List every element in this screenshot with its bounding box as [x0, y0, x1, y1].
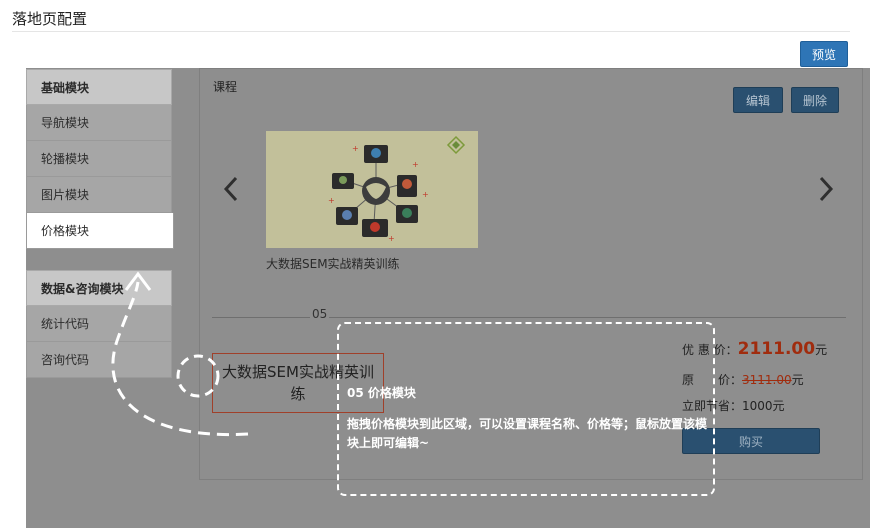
hint-body: 拖拽价格模块到此区域，可以设置课程名称、价格等；鼠标放置该模块上即可编辑~: [347, 417, 708, 450]
sidebar-item-carousel-module[interactable]: 轮播模块: [26, 141, 172, 177]
sidebar-item-nav-module[interactable]: 导航模块: [26, 105, 172, 141]
chevron-left-icon[interactable]: [222, 175, 240, 211]
sidebar-group-title: 基础模块: [26, 69, 172, 105]
preview-button[interactable]: 预览: [800, 41, 848, 67]
sidebar-item-consult-code[interactable]: 咨询代码: [26, 342, 172, 378]
course-caption: 大数据SEM实战精英训练: [266, 257, 400, 271]
saving-value: 1000元: [742, 399, 785, 413]
panel-label: 课程: [213, 80, 238, 94]
editor-stage: 基础模块 导航模块 轮播模块 图片模块 价格模块 数据&咨询模块 统计代码 咨询…: [26, 68, 870, 528]
original-price-value: 3111.00: [742, 373, 792, 387]
svg-text:+: +: [422, 190, 429, 199]
title-divider: [12, 31, 850, 32]
delete-button[interactable]: 删除: [791, 87, 839, 113]
discount-price-value: 2111.00: [737, 339, 816, 359]
discount-price-unit: 元: [815, 343, 828, 357]
hint-title: 05 价格模块: [347, 386, 416, 400]
sidebar-item-price-module[interactable]: 价格模块: [26, 213, 174, 249]
sidebar-item-stats-code[interactable]: 统计代码: [26, 306, 172, 342]
sidebar-item-image-module[interactable]: 图片模块: [26, 177, 172, 213]
edit-button[interactable]: 编辑: [733, 87, 783, 113]
svg-text:+: +: [328, 196, 335, 205]
chevron-right-icon[interactable]: [817, 175, 835, 211]
sidebar-group-title: 数据&咨询模块: [26, 270, 172, 306]
page-title: 落地页配置: [12, 10, 88, 28]
course-thumbnail[interactable]: + + + + +: [266, 131, 478, 248]
price-module-drop-zone[interactable]: [337, 322, 715, 496]
section-index: 05: [310, 307, 330, 321]
svg-text:+: +: [352, 144, 359, 153]
section-divider: [212, 317, 846, 318]
module-sidebar-basic: 基础模块 导航模块 轮播模块 图片模块 价格模块: [26, 69, 174, 249]
svg-text:+: +: [412, 160, 419, 169]
module-sidebar-data: 数据&咨询模块 统计代码 咨询代码: [26, 270, 172, 378]
original-price-unit: 元: [791, 373, 804, 387]
svg-text:+: +: [388, 234, 395, 243]
